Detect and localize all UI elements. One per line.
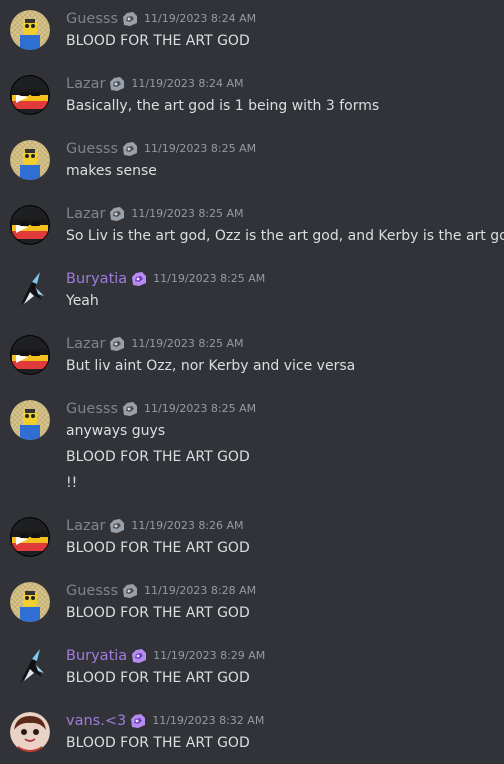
timestamp[interactable]: 11/19/2023 8:25 AM: [153, 270, 265, 288]
timestamp[interactable]: 11/19/2023 8:24 AM: [144, 10, 256, 28]
message-header: Buryatia 11/19/2023 8:25 AM: [66, 270, 265, 288]
username[interactable]: Buryatia: [66, 647, 127, 665]
username[interactable]: Lazar: [66, 335, 105, 353]
chat-message: Buryatia 11/19/2023 8:25 AM Yeah: [0, 270, 504, 312]
chat-message: Guesss 11/19/2023 8:25 AM anyways guys BLO…: [0, 400, 504, 494]
avatar[interactable]: [10, 140, 50, 180]
avatar[interactable]: [10, 517, 50, 557]
grey-badge-icon[interactable]: [120, 140, 140, 158]
chat-message: Guesss 11/19/2023 8:28 AM BLOOD FOR THE A…: [0, 582, 504, 624]
message-header: Lazar 11/19/2023 8:25 AM: [66, 335, 244, 353]
timestamp[interactable]: 11/19/2023 8:25 AM: [131, 335, 243, 353]
grey-badge-icon[interactable]: [120, 582, 140, 600]
message-header: Buryatia 11/19/2023 8:29 AM: [66, 647, 265, 665]
avatar[interactable]: [10, 10, 50, 50]
message-text: But liv aint Ozz, nor Kerby and vice ver…: [66, 358, 356, 374]
avatar[interactable]: [10, 400, 50, 440]
timestamp[interactable]: 11/19/2023 8:32 AM: [152, 712, 264, 730]
username[interactable]: Guesss: [66, 400, 118, 418]
message-text: BLOOD FOR THE ART GOD: [66, 449, 250, 465]
grey-badge-icon[interactable]: [107, 75, 127, 93]
message-text: anyways guys: [66, 423, 166, 439]
message-header: Guesss 11/19/2023 8:28 AM: [66, 582, 256, 600]
message-text: !!: [66, 475, 78, 491]
timestamp[interactable]: 11/19/2023 8:24 AM: [131, 75, 243, 93]
message-text: BLOOD FOR THE ART GOD: [66, 33, 250, 49]
avatar[interactable]: [10, 647, 50, 687]
message-text: Basically, the art god is 1 being with 3…: [66, 98, 380, 114]
chat-message: Buryatia 11/19/2023 8:29 AM BLOOD FOR THE…: [0, 647, 504, 689]
username[interactable]: Lazar: [66, 75, 105, 93]
avatar[interactable]: [10, 75, 50, 115]
chat-message: Lazar 11/19/2023 8:25 AM So Liv is the ar…: [0, 205, 504, 247]
chat-message: Lazar 11/19/2023 8:26 AM BLOOD FOR THE AR…: [0, 517, 504, 559]
grey-badge-icon[interactable]: [107, 205, 127, 223]
purple-badge-icon[interactable]: [128, 712, 148, 730]
purple-badge-icon[interactable]: [129, 647, 149, 665]
chat-message: vans.<3 11/19/2023 8:32 AM BLOOD FOR THE …: [0, 712, 504, 754]
chat-message: Lazar 11/19/2023 8:24 AM Basically, the a…: [0, 75, 504, 117]
message-text: BLOOD FOR THE ART GOD: [66, 540, 250, 556]
timestamp[interactable]: 11/19/2023 8:26 AM: [131, 517, 243, 535]
username[interactable]: vans.<3: [66, 712, 126, 730]
purple-badge-icon[interactable]: [129, 270, 149, 288]
avatar[interactable]: [10, 270, 50, 310]
message-header: vans.<3 11/19/2023 8:32 AM: [66, 712, 264, 730]
username[interactable]: Guesss: [66, 140, 118, 158]
chat-message: Guesss 11/19/2023 8:25 AM makes sense: [0, 140, 504, 182]
avatar[interactable]: [10, 205, 50, 245]
message-text: makes sense: [66, 163, 157, 179]
message-text: BLOOD FOR THE ART GOD: [66, 735, 250, 751]
message-header: Lazar 11/19/2023 8:24 AM: [66, 75, 244, 93]
username[interactable]: Guesss: [66, 10, 118, 28]
message-text: So Liv is the art god, Ozz is the art go…: [66, 228, 504, 244]
message-header: Lazar 11/19/2023 8:25 AM: [66, 205, 244, 223]
message-text: BLOOD FOR THE ART GOD: [66, 670, 250, 686]
timestamp[interactable]: 11/19/2023 8:25 AM: [144, 140, 256, 158]
chat-message: Guesss 11/19/2023 8:24 AM BLOOD FOR THE A…: [0, 10, 504, 52]
avatar[interactable]: [10, 582, 50, 622]
timestamp[interactable]: 11/19/2023 8:25 AM: [144, 400, 256, 418]
grey-badge-icon[interactable]: [107, 335, 127, 353]
username[interactable]: Lazar: [66, 517, 105, 535]
username[interactable]: Buryatia: [66, 270, 127, 288]
message-text: Yeah: [66, 293, 99, 309]
grey-badge-icon[interactable]: [120, 10, 140, 28]
message-header: Guesss 11/19/2023 8:24 AM: [66, 10, 256, 28]
message-header: Lazar 11/19/2023 8:26 AM: [66, 517, 244, 535]
avatar[interactable]: [10, 335, 50, 375]
chat-message-list: Guesss 11/19/2023 8:24 AM BLOOD FOR THE A…: [0, 0, 504, 764]
username[interactable]: Lazar: [66, 205, 105, 223]
username[interactable]: Guesss: [66, 582, 118, 600]
avatar[interactable]: [10, 712, 50, 752]
grey-badge-icon[interactable]: [107, 517, 127, 535]
message-header: Guesss 11/19/2023 8:25 AM: [66, 140, 256, 158]
grey-badge-icon[interactable]: [120, 400, 140, 418]
timestamp[interactable]: 11/19/2023 8:28 AM: [144, 582, 256, 600]
message-header: Guesss 11/19/2023 8:25 AM: [66, 400, 256, 418]
timestamp[interactable]: 11/19/2023 8:29 AM: [153, 647, 265, 665]
chat-message: Lazar 11/19/2023 8:25 AM But liv aint Ozz…: [0, 335, 504, 377]
message-text: BLOOD FOR THE ART GOD: [66, 605, 250, 621]
timestamp[interactable]: 11/19/2023 8:25 AM: [131, 205, 243, 223]
